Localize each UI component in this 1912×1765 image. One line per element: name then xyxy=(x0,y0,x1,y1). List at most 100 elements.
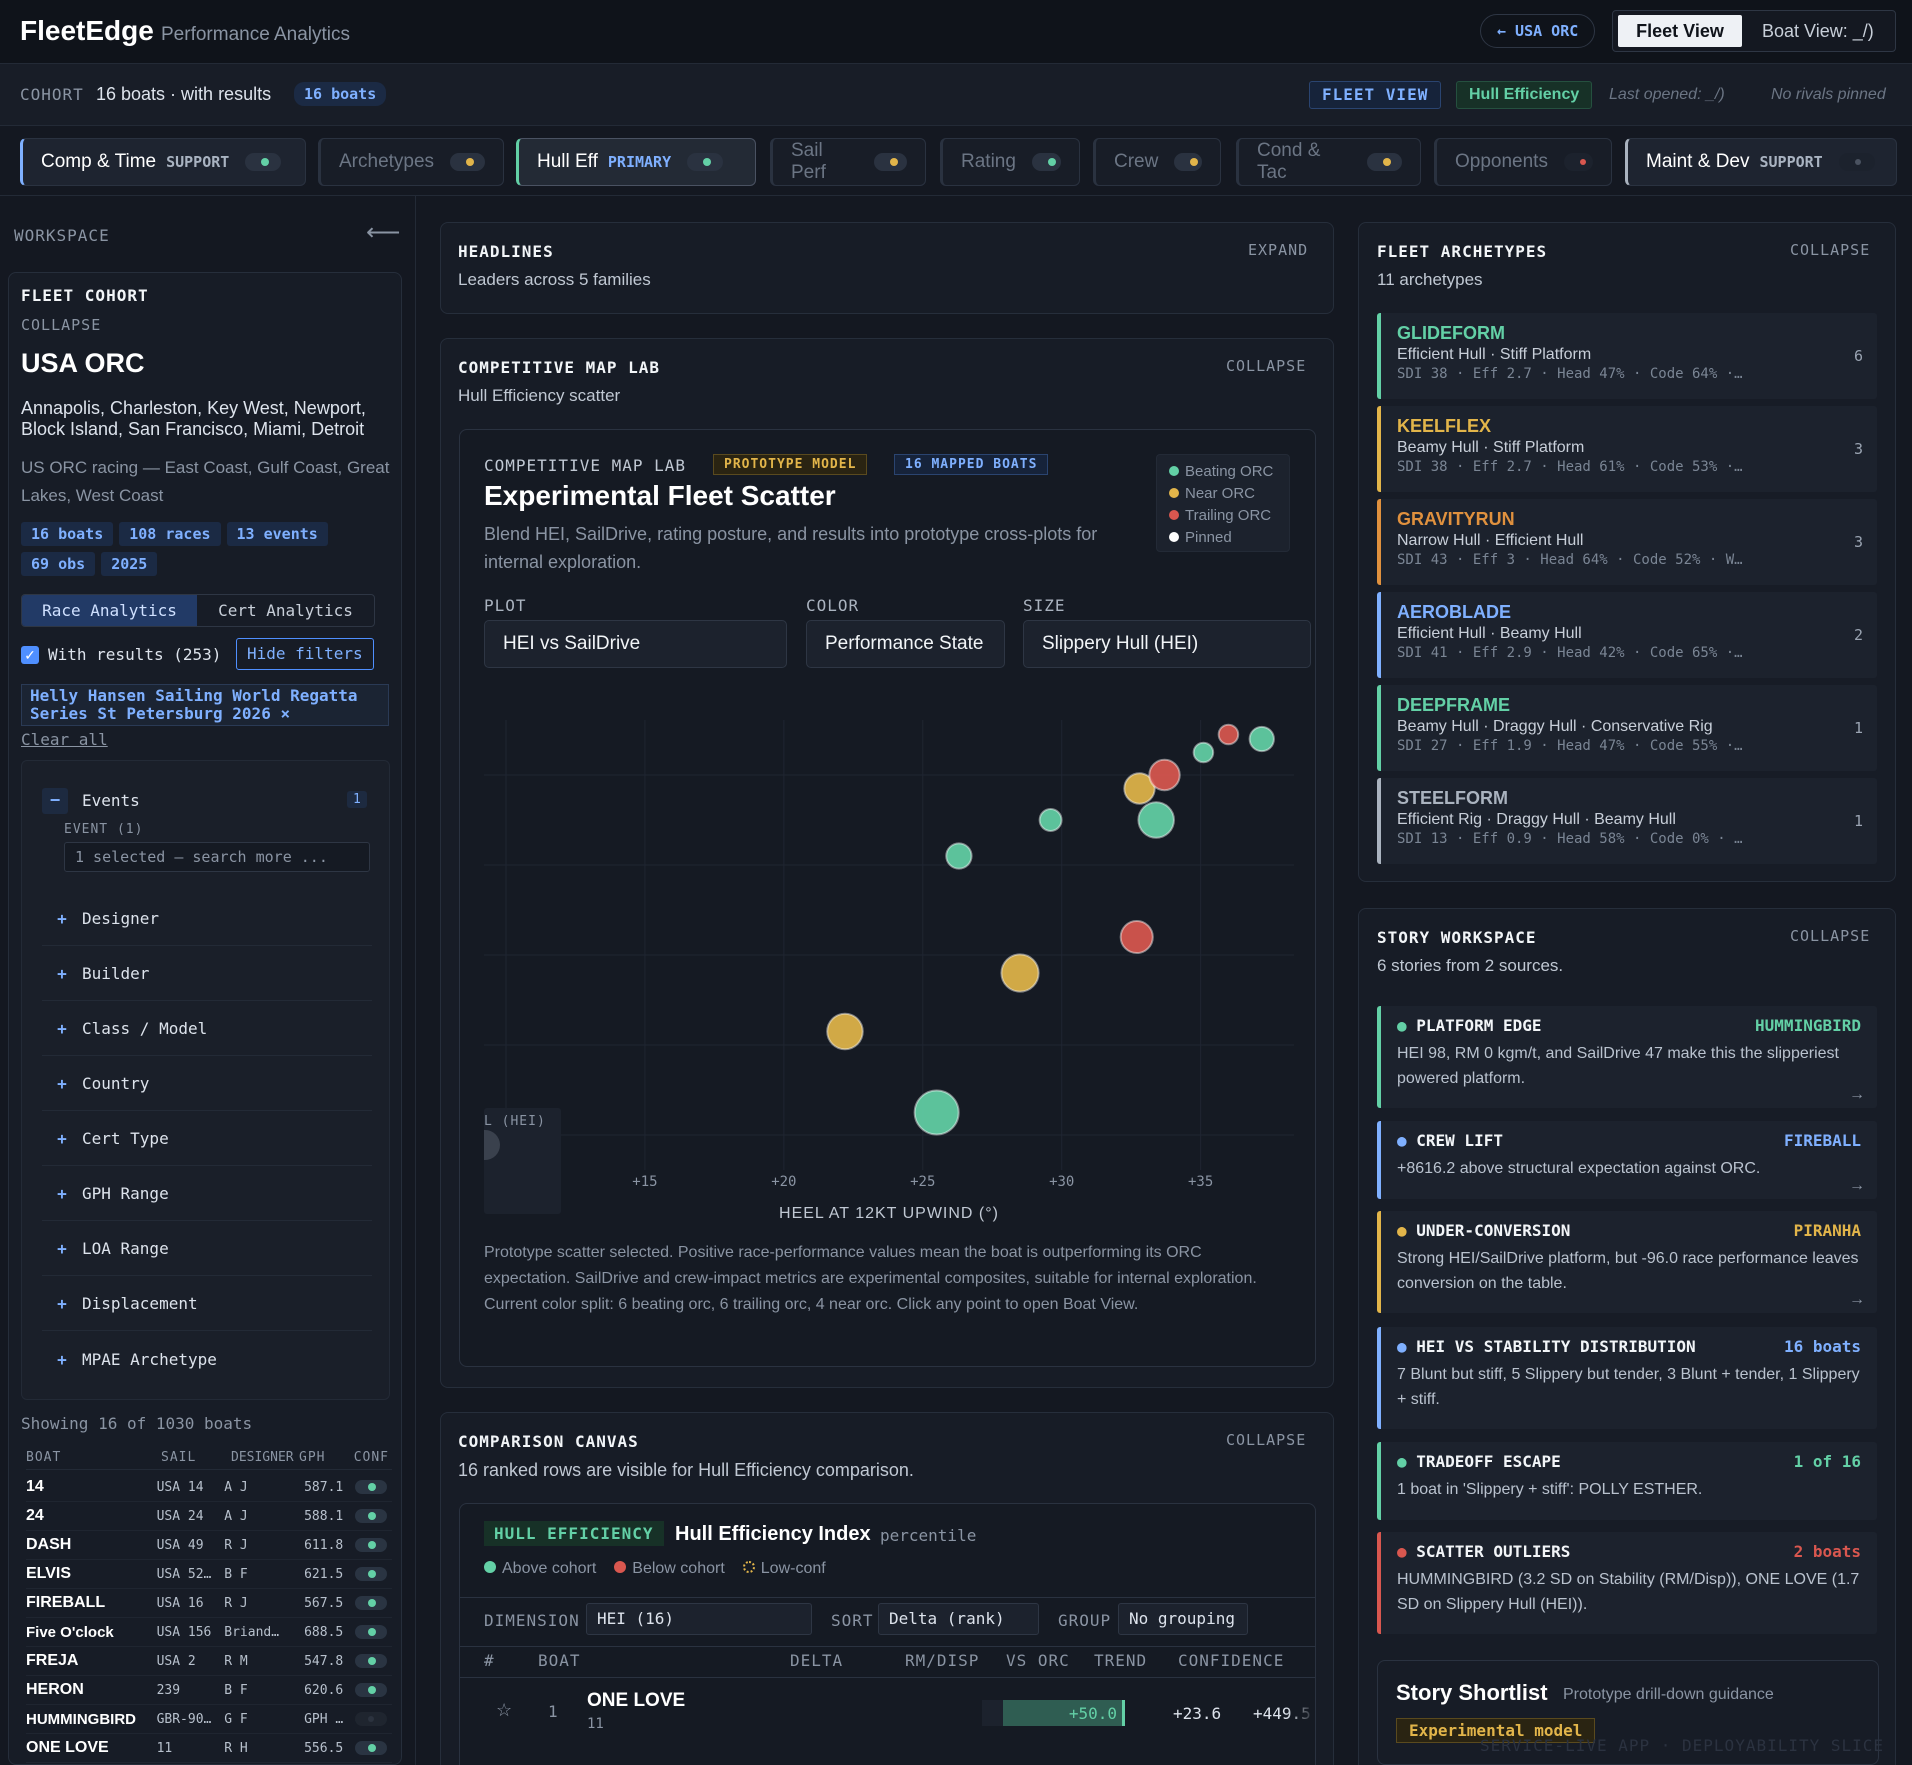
story-platform-edge[interactable]: ● PLATFORM EDGE HUMMINGBIRD HEI 98, RM 0 k… xyxy=(1377,1006,1877,1108)
boat-view-button[interactable]: Boat View: _/) xyxy=(1762,15,1874,47)
tab-toggle[interactable] xyxy=(1174,153,1202,171)
col-confidence[interactable]: CONFIDENCE xyxy=(1178,1651,1284,1670)
tab-toggle[interactable] xyxy=(1838,153,1875,171)
arrow-right-icon[interactable]: → xyxy=(1849,1177,1865,1195)
events-collapse-icon[interactable]: − xyxy=(42,788,68,814)
table-row[interactable]: FREJA USA 2 R M 547.8 xyxy=(26,1647,392,1676)
comparison-collapse[interactable]: COLLAPSE xyxy=(1226,1431,1306,1449)
filter-gph-range[interactable]: + GPH Range xyxy=(42,1167,372,1221)
tab-toggle[interactable] xyxy=(450,153,485,171)
scatter-point-near[interactable] xyxy=(1000,953,1040,993)
filter-loa-range[interactable]: + LOA Range xyxy=(42,1222,372,1276)
tab-toggle[interactable] xyxy=(1031,153,1061,171)
col-rm-disp[interactable]: RM/DISP xyxy=(905,1651,979,1670)
table-row[interactable]: FIREBALL USA 16 R J 567.5 xyxy=(26,1589,392,1618)
col-sail[interactable]: SAIL xyxy=(161,1450,231,1469)
col-boat[interactable]: BOAT xyxy=(26,1450,161,1469)
scatter-point-trailing[interactable] xyxy=(1119,919,1154,955)
filter-designer[interactable]: + Designer xyxy=(42,892,372,946)
table-row[interactable]: Five O'clock USA 156 Briand… 688.5 xyxy=(26,1618,392,1647)
story-collapse[interactable]: COLLAPSE xyxy=(1790,927,1870,945)
archetype-steelform[interactable]: STEELFORM Efficient Rig · Draggy Hull · B… xyxy=(1377,778,1877,864)
story-scatter-outliers[interactable]: ● SCATTER OUTLIERS 2 boats HUMMINGBIRD (3.… xyxy=(1377,1532,1877,1634)
story-crew-lift[interactable]: ● CREW LIFT FIREBALL +8616.2 above structu… xyxy=(1377,1121,1877,1199)
scatter-point-near[interactable] xyxy=(826,1012,864,1051)
tab-toggle[interactable] xyxy=(245,153,282,171)
arrow-right-icon[interactable]: → xyxy=(1849,1086,1865,1104)
color-select[interactable]: Performance State xyxy=(806,620,1005,668)
tab-comp-time[interactable]: Comp & Time SUPPORT xyxy=(20,138,306,186)
archetype-deepframe[interactable]: DEEPFRAME Beamy Hull · Draggy Hull · Cons… xyxy=(1377,685,1877,771)
archetype-gravityrun[interactable]: GRAVITYRUN Narrow Hull · Efficient Hull SD… xyxy=(1377,499,1877,585)
cohort-collapse[interactable]: COLLAPSE xyxy=(21,316,101,334)
star-icon[interactable]: ☆ xyxy=(496,1700,512,1721)
tab-rating[interactable]: Rating xyxy=(940,138,1080,186)
archetypes-collapse[interactable]: COLLAPSE xyxy=(1790,241,1870,259)
arrow-left-icon[interactable]: ⟵ xyxy=(366,218,400,247)
active-filter-chip[interactable]: Helly Hansen Sailing World Regatta Serie… xyxy=(21,684,389,726)
table-row[interactable]: HUMMINGBIRD GBR-90… G F GPH … xyxy=(26,1705,392,1734)
col-delta[interactable]: DELTA xyxy=(790,1651,843,1670)
col-boat[interactable]: BOAT xyxy=(538,1651,581,1670)
story-under-conversion[interactable]: ● UNDER-CONVERSION PIRANHA Strong HEI/Sail… xyxy=(1377,1211,1877,1313)
tab-race-analytics[interactable]: Race Analytics xyxy=(22,595,197,626)
filter-cert-type[interactable]: + Cert Type xyxy=(42,1112,372,1166)
plot-select[interactable]: HEI vs SailDrive xyxy=(484,620,787,668)
tab-toggle[interactable] xyxy=(687,153,724,171)
col-designer[interactable]: DESIGNER xyxy=(231,1450,299,1469)
filter-displacement[interactable]: + Displacement xyxy=(42,1277,372,1331)
filter-class-model[interactable]: + Class / Model xyxy=(42,1002,372,1056)
with-results-checkbox[interactable]: ✓ xyxy=(21,646,39,664)
fleet-view-button[interactable]: Fleet View xyxy=(1618,15,1742,47)
tab-sail-perf[interactable]: Sail Perf xyxy=(770,138,926,186)
map-lab-collapse[interactable]: COLLAPSE xyxy=(1226,357,1306,375)
event-search-input[interactable]: 1 selected — search more ... xyxy=(64,842,370,872)
scatter-point-trailing[interactable] xyxy=(1148,758,1181,792)
tab-toggle[interactable] xyxy=(1563,153,1593,171)
tab-toggle[interactable] xyxy=(1367,153,1402,171)
dimension-select[interactable]: HEI (16) xyxy=(586,1603,812,1635)
group-select[interactable]: No grouping xyxy=(1118,1603,1248,1635)
sort-select[interactable]: Delta (rank) xyxy=(878,1603,1039,1635)
tab-crew[interactable]: Crew xyxy=(1093,138,1221,186)
clear-all-link[interactable]: Clear all xyxy=(21,730,108,749)
size-select[interactable]: Slippery Hull (HEI) xyxy=(1023,620,1311,668)
col-gph[interactable]: GPH xyxy=(299,1450,339,1469)
tab-cert-analytics[interactable]: Cert Analytics xyxy=(197,595,374,626)
events-label[interactable]: Events xyxy=(82,791,140,810)
story-hei-vs-stability[interactable]: ● HEI VS STABILITY DISTRIBUTION 16 boats 7… xyxy=(1377,1327,1877,1429)
tab-maint-dev[interactable]: Maint & Dev SUPPORT xyxy=(1625,138,1897,186)
filter-country[interactable]: + Country xyxy=(42,1057,372,1111)
scatter-point-beating[interactable] xyxy=(945,842,973,870)
filter-builder[interactable]: + Builder xyxy=(42,947,372,1001)
tab-toggle[interactable] xyxy=(873,153,907,171)
scatter-point-beating[interactable] xyxy=(1038,808,1063,832)
archetype-glideform[interactable]: GLIDEFORM Efficient Hull · Stiff Platform… xyxy=(1377,313,1877,399)
table-row[interactable]: ONE LOVE 11 R H 556.5 xyxy=(26,1734,392,1763)
table-row[interactable]: HERON 239 B F 620.6 xyxy=(26,1676,392,1705)
back-button[interactable]: ← USA ORC xyxy=(1480,14,1596,48)
filter-mpae-archetype[interactable]: + MPAE Archetype xyxy=(42,1332,372,1386)
tab-archetypes[interactable]: Archetypes xyxy=(318,138,504,186)
table-row[interactable]: DASH USA 49 R J 611.8 xyxy=(26,1531,392,1560)
col-rank[interactable]: # xyxy=(484,1651,495,1670)
tab-cond-tac[interactable]: Cond & Tac xyxy=(1236,138,1421,186)
table-row[interactable]: 24 USA 24 A J 588.1 xyxy=(26,1502,392,1531)
story-tradeoff-escape[interactable]: ● TRADEOFF ESCAPE 1 of 16 1 boat in 'Slipp… xyxy=(1377,1442,1877,1520)
scatter-point-beating[interactable] xyxy=(913,1089,960,1136)
table-row[interactable]: ☆ 1 ONE LOVE 11 +50.0 +23.6 +449.5 xyxy=(460,1678,1315,1748)
scatter-point-beating[interactable] xyxy=(1248,725,1275,753)
scatter-point-beating[interactable] xyxy=(1192,741,1215,764)
archetype-aeroblade[interactable]: AEROBLADE Efficient Hull · Beamy Hull SDI … xyxy=(1377,592,1877,678)
tab-opponents[interactable]: Opponents xyxy=(1434,138,1612,186)
headlines-expand[interactable]: EXPAND xyxy=(1248,241,1308,259)
archetype-keelflex[interactable]: KEELFLEX Beamy Hull · Stiff Platform SDI 3… xyxy=(1377,406,1877,492)
arrow-right-icon[interactable]: → xyxy=(1849,1291,1865,1309)
hide-filters-button[interactable]: Hide filters xyxy=(236,638,374,670)
col-conf[interactable]: CONF xyxy=(339,1450,389,1469)
tab-hull-eff[interactable]: Hull Eff PRIMARY xyxy=(516,138,756,186)
col-trend[interactable]: TREND xyxy=(1094,1651,1147,1670)
table-row[interactable]: 14 USA 14 A J 587.1 xyxy=(26,1473,392,1502)
table-row[interactable]: ELVIS USA 52… B F 621.5 xyxy=(26,1560,392,1589)
scatter-point-beating[interactable] xyxy=(1137,801,1175,839)
